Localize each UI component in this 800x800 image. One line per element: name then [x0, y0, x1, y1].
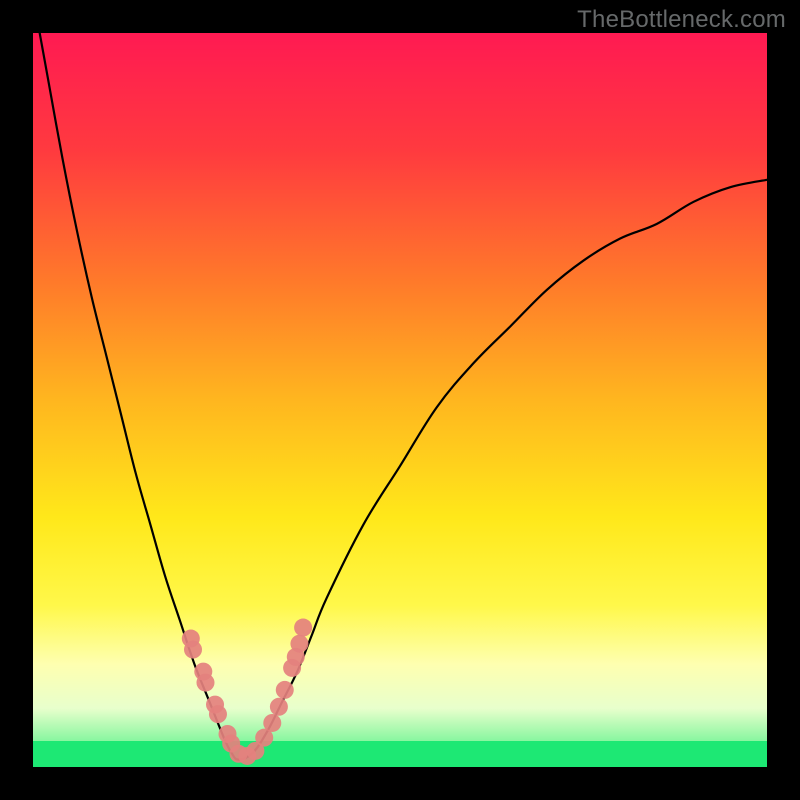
marker-dot: [294, 619, 312, 637]
plot-area: [33, 33, 767, 767]
marker-dot: [287, 648, 305, 666]
marker-dot: [270, 698, 288, 716]
stage: TheBottleneck.com: [0, 0, 800, 800]
marker-dot: [184, 641, 202, 659]
watermark-text: TheBottleneck.com: [577, 6, 786, 34]
marker-dot: [196, 674, 214, 692]
marker-dots-group: [182, 619, 312, 765]
marker-dot: [263, 714, 281, 732]
bottleneck-curve: [33, 0, 767, 760]
marker-dot: [276, 681, 294, 699]
chart-svg: [33, 33, 767, 767]
marker-dot: [209, 705, 227, 723]
